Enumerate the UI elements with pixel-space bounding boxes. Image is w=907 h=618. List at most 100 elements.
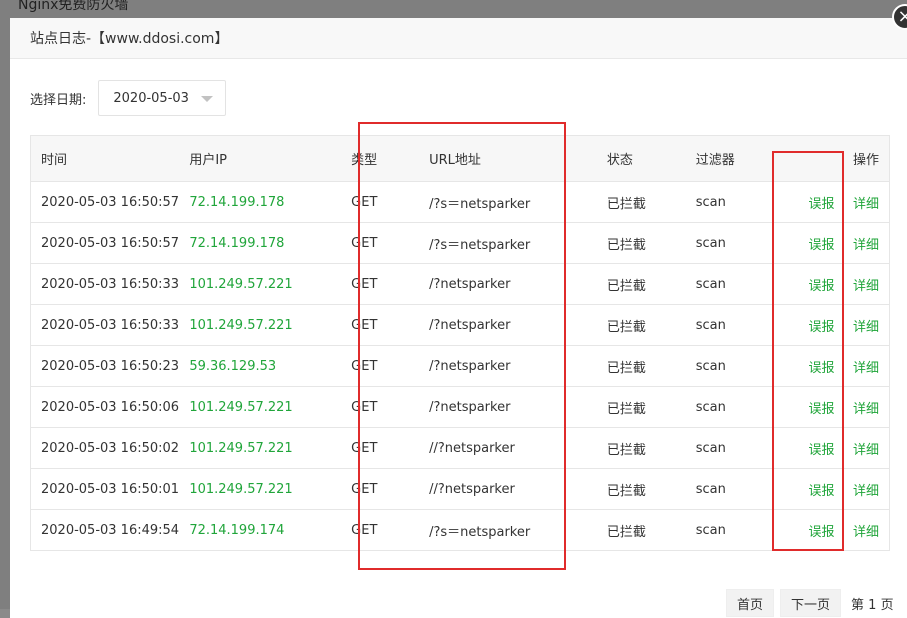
cell-ops: 详细 <box>846 181 890 223</box>
cell-status: 已拦截 <box>596 222 686 264</box>
cell-filter-text: scan <box>695 522 726 538</box>
false-positive-link[interactable]: 误报 <box>808 361 834 376</box>
cell-ops: 详细 <box>846 263 890 305</box>
first-page-button[interactable]: 首页 <box>726 589 775 617</box>
background-window-title: Nginx免费防火墙 <box>18 0 129 13</box>
cell-time: 2020-05-03 16:50:02 <box>30 427 180 469</box>
cell-time: 2020-05-03 16:50:23 <box>30 345 180 387</box>
cell-ip: 101.249.57.221 <box>179 304 350 346</box>
cell-ip-text: 72.14.199.178 <box>189 235 285 251</box>
chevron-down-icon <box>201 96 214 102</box>
cell-filter: scan <box>685 386 777 428</box>
cell-time-text: 2020-05-03 16:49:54 <box>41 522 180 538</box>
detail-link[interactable]: 详细 <box>853 238 879 253</box>
cell-type-text: GET <box>351 440 378 456</box>
cell-status-text: 已拦截 <box>606 442 646 458</box>
detail-link[interactable]: 详细 <box>853 443 879 458</box>
detail-link[interactable]: 详细 <box>853 361 879 376</box>
cell-time: 2020-05-03 16:50:57 <box>30 222 180 264</box>
cell-url: //?netsparker <box>419 468 597 510</box>
dialog-header: 站点日志-【www.ddosi.com】 <box>10 18 907 59</box>
cell-filter: scan <box>685 345 777 387</box>
col-header-report <box>776 135 847 182</box>
cell-url-text: /?s＝netsparker <box>429 196 531 212</box>
date-label: 选择日期: <box>30 92 87 108</box>
cell-filter-text: scan <box>695 358 726 374</box>
detail-link[interactable]: 详细 <box>853 525 879 540</box>
false-positive-link[interactable]: 误报 <box>808 525 834 540</box>
col-header-ip: 用户IP <box>179 135 350 182</box>
pagination: 首页 下一页 第 1 页 <box>726 589 894 617</box>
col-header-type: 类型 <box>349 135 420 182</box>
cell-url-text: /?netsparker <box>429 276 511 292</box>
cell-time: 2020-05-03 16:50:33 <box>30 263 180 305</box>
cell-time: 2020-05-03 16:50:57 <box>30 181 180 223</box>
cell-filter-text: scan <box>695 440 726 456</box>
cell-filter-text: scan <box>695 399 726 415</box>
cell-type-text: GET <box>351 235 378 251</box>
false-positive-link[interactable]: 误报 <box>808 279 834 294</box>
cell-type: GET <box>349 509 420 551</box>
detail-link[interactable]: 详细 <box>853 402 879 417</box>
false-positive-link[interactable]: 误报 <box>808 320 834 335</box>
cell-url-text: /?s＝netsparker <box>429 524 531 540</box>
cell-status: 已拦截 <box>596 427 686 469</box>
cell-status-text: 已拦截 <box>606 196 646 212</box>
cell-url-text: /?netsparker <box>429 358 511 374</box>
cell-filter: scan <box>685 427 777 469</box>
detail-link[interactable]: 详细 <box>853 279 879 294</box>
cell-url-text: /?netsparker <box>429 317 511 333</box>
next-page-button[interactable]: 下一页 <box>780 589 842 617</box>
col-header-time: 时间 <box>30 135 180 182</box>
cell-type-text: GET <box>351 522 378 538</box>
false-positive-link[interactable]: 误报 <box>808 402 834 417</box>
cell-filter-text: scan <box>695 235 726 251</box>
cell-time: 2020-05-03 16:50:33 <box>30 304 180 346</box>
cell-ops: 详细 <box>846 509 890 551</box>
cell-filter: scan <box>685 181 777 223</box>
cell-filter: scan <box>685 304 777 346</box>
cell-report: 误报 <box>776 263 847 305</box>
date-filter: 选择日期: 2020-05-03 <box>30 80 227 116</box>
detail-link[interactable]: 详细 <box>853 484 879 499</box>
false-positive-link[interactable]: 误报 <box>808 484 834 499</box>
detail-link[interactable]: 详细 <box>853 320 879 335</box>
cell-url-text: //?netsparker <box>429 440 515 456</box>
cell-time-text: 2020-05-03 16:50:06 <box>41 399 180 415</box>
cell-status-text: 已拦截 <box>606 483 646 499</box>
cell-status-text: 已拦截 <box>606 524 646 540</box>
cell-filter: scan <box>685 468 777 510</box>
cell-ip-text: 59.36.129.53 <box>189 358 277 374</box>
detail-link[interactable]: 详细 <box>853 197 879 212</box>
table-row: 2020-05-03 16:50:57 72.14.199.178 GET /?s＝n… <box>30 222 890 264</box>
cell-url: /?s＝netsparker <box>419 181 597 223</box>
cell-ip: 72.14.199.178 <box>179 181 350 223</box>
cell-ip-text: 101.249.57.221 <box>189 481 293 497</box>
cell-ip-text: 101.249.57.221 <box>189 276 293 292</box>
cell-type-text: GET <box>351 276 378 292</box>
cell-url-text: /?netsparker <box>429 399 511 415</box>
col-header-status: 状态 <box>596 135 686 182</box>
date-select[interactable]: 2020-05-03 <box>98 80 227 116</box>
false-positive-link[interactable]: 误报 <box>808 197 834 212</box>
table-row: 2020-05-03 16:50:01 101.249.57.221 GET //?n… <box>30 468 890 510</box>
cell-ops: 详细 <box>846 345 890 387</box>
cell-filter-text: scan <box>695 317 726 333</box>
cell-status-text: 已拦截 <box>606 237 646 253</box>
false-positive-link[interactable]: 误报 <box>808 443 834 458</box>
cell-type: GET <box>349 222 420 264</box>
cell-type: GET <box>349 304 420 346</box>
cell-type: GET <box>349 181 420 223</box>
cell-ip-text: 72.14.199.178 <box>189 194 285 210</box>
cell-url-text: /?s＝netsparker <box>429 237 531 253</box>
cell-url: /?netsparker <box>419 304 597 346</box>
cell-url: /?netsparker <box>419 345 597 387</box>
current-page-label: 第 1 页 <box>851 597 894 613</box>
cell-type-text: GET <box>351 358 378 374</box>
cell-report: 误报 <box>776 345 847 387</box>
false-positive-link[interactable]: 误报 <box>808 238 834 253</box>
cell-status-text: 已拦截 <box>606 401 646 417</box>
cell-status: 已拦截 <box>596 468 686 510</box>
cell-status: 已拦截 <box>596 345 686 387</box>
cell-ip: 101.249.57.221 <box>179 427 350 469</box>
